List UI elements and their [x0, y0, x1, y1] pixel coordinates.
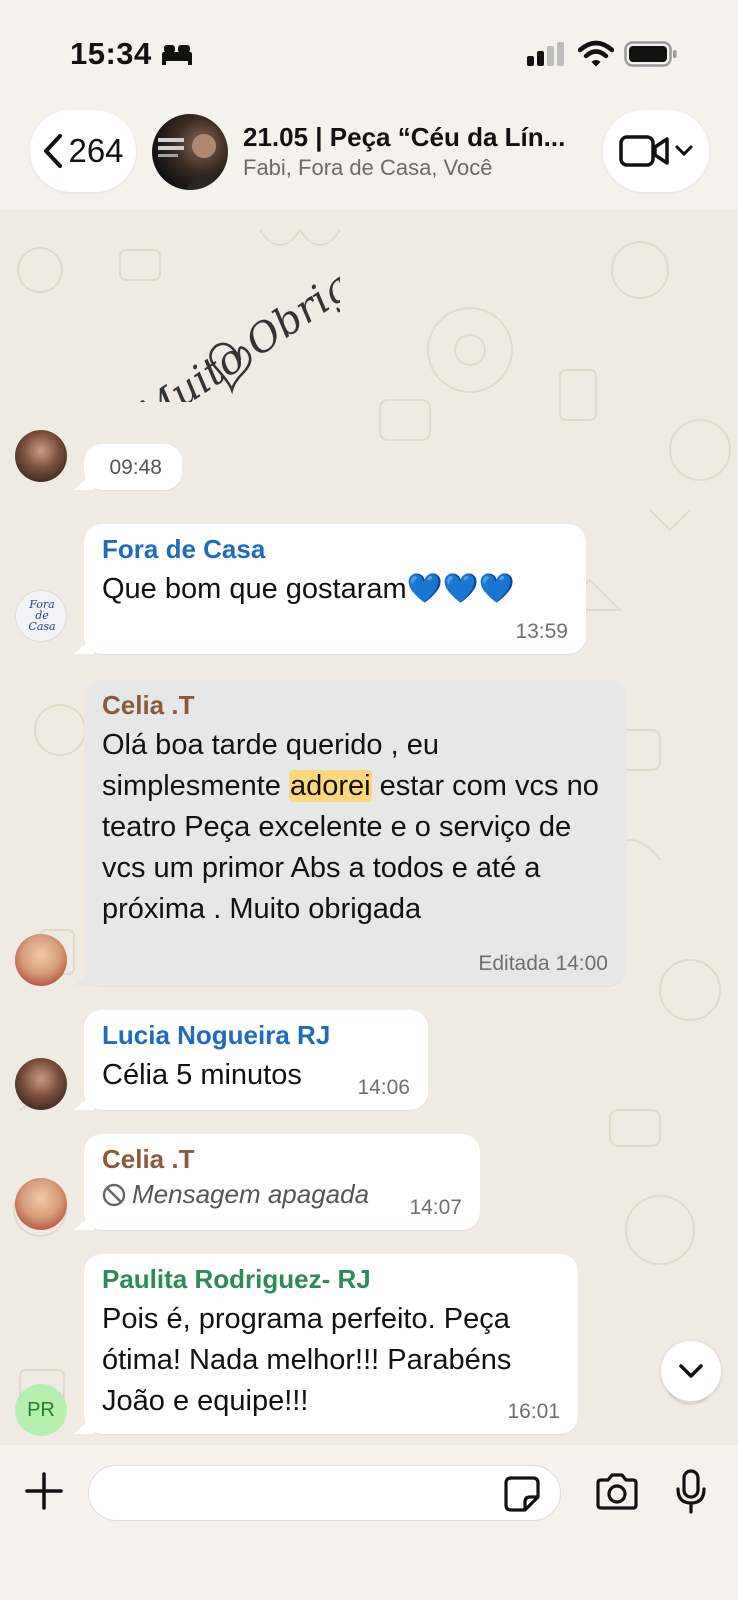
message-time: 16:01 [507, 1400, 560, 1423]
scroll-to-bottom-button[interactable] [661, 1341, 721, 1401]
camera-icon[interactable] [594, 1473, 640, 1511]
message-text: Olá boa tarde querido , eu simplesmente … [102, 725, 606, 930]
avatar-initials: PR [27, 1398, 55, 1421]
message-text: Que bom que gostaram💙💙💙 [102, 573, 515, 605]
group-members[interactable]: Fabi, Fora de Casa, Você [243, 155, 492, 181]
fora-de-casa-logo: Fora de Casa [28, 598, 56, 633]
avatar-lucia[interactable] [15, 1058, 67, 1110]
group-title[interactable]: 21.05 | Peça “Céu da Lín... [243, 122, 573, 153]
sender-name: Celia .T [102, 690, 195, 720]
sticker-time-bubble: 09:48 [84, 444, 182, 490]
prohibited-icon [102, 1183, 126, 1206]
message-time: 14:07 [409, 1196, 462, 1219]
status-bar: 15:34 [0, 0, 738, 100]
wifi-icon [578, 40, 614, 67]
microphone-icon[interactable] [675, 1469, 707, 1515]
avatar-celia[interactable] [15, 934, 67, 986]
chevron-down-icon [675, 145, 693, 157]
sticker-text: Muito Obrigada [127, 222, 340, 402]
avatar-paulita[interactable]: PR [15, 1384, 67, 1436]
chevron-left-icon [44, 134, 63, 168]
sleep-mode-icon [162, 45, 192, 65]
message-bubble-selected[interactable]: Celia .T Olá boa tarde querido , eu simp… [84, 680, 626, 986]
group-photo [158, 134, 224, 190]
group-avatar[interactable] [152, 114, 228, 190]
search-highlight: adorei [288, 770, 372, 802]
message-time: 09:48 [109, 456, 162, 479]
message-time: 13:59 [515, 620, 568, 643]
message-text: Pois é, programa perfeito. Peça ótima! N… [102, 1303, 512, 1417]
deleted-message-text: Mensagem apagada [132, 1179, 370, 1209]
message-time: 14:06 [357, 1076, 410, 1099]
battery-icon [624, 41, 677, 67]
message-bubble[interactable]: Paulita Rodriguez- RJ Pois é, programa p… [84, 1254, 578, 1434]
composer-bar [0, 1445, 738, 1600]
avatar-lucia[interactable] [15, 430, 67, 482]
sender-name: Celia .T [102, 1144, 195, 1174]
edited-label: Editada [478, 952, 550, 975]
message-time-meta: Editada 14:00 [478, 952, 608, 976]
sticker-icon[interactable] [503, 1475, 541, 1513]
avatar-celia[interactable] [15, 1178, 67, 1230]
sender-name: Fora de Casa [102, 534, 266, 564]
avatar-fora-de-casa[interactable]: Fora de Casa [15, 590, 67, 642]
back-button[interactable]: 264 [30, 110, 136, 192]
plus-icon[interactable] [24, 1471, 64, 1511]
message-input[interactable] [88, 1465, 561, 1521]
message-time: 14:00 [555, 952, 608, 975]
deleted-message: Mensagem apagada [102, 1179, 460, 1210]
chevron-down-icon [679, 1364, 703, 1378]
chat-header: 264 21.05 | Peça “Céu da Lín... Fabi, Fo… [0, 100, 738, 210]
message-bubble[interactable]: Lucia Nogueira RJ Célia 5 minutos 14:06 [84, 1010, 428, 1110]
video-camera-icon [619, 135, 669, 167]
sender-name: Lucia Nogueira RJ [102, 1020, 331, 1050]
sender-name: Paulita Rodriguez- RJ [102, 1264, 371, 1294]
message-bubble[interactable]: Fora de Casa Que bom que gostaram💙💙💙 13:… [84, 524, 586, 654]
cellular-signal-icon [527, 42, 564, 66]
unread-count: 264 [68, 132, 124, 169]
message-bubble-deleted[interactable]: Celia .T Mensagem apagada 14:07 [84, 1134, 480, 1230]
thank-you-sticker[interactable]: Muito Obrigada [70, 212, 340, 402]
video-call-button[interactable] [603, 110, 709, 192]
status-time: 15:34 [70, 36, 152, 71]
